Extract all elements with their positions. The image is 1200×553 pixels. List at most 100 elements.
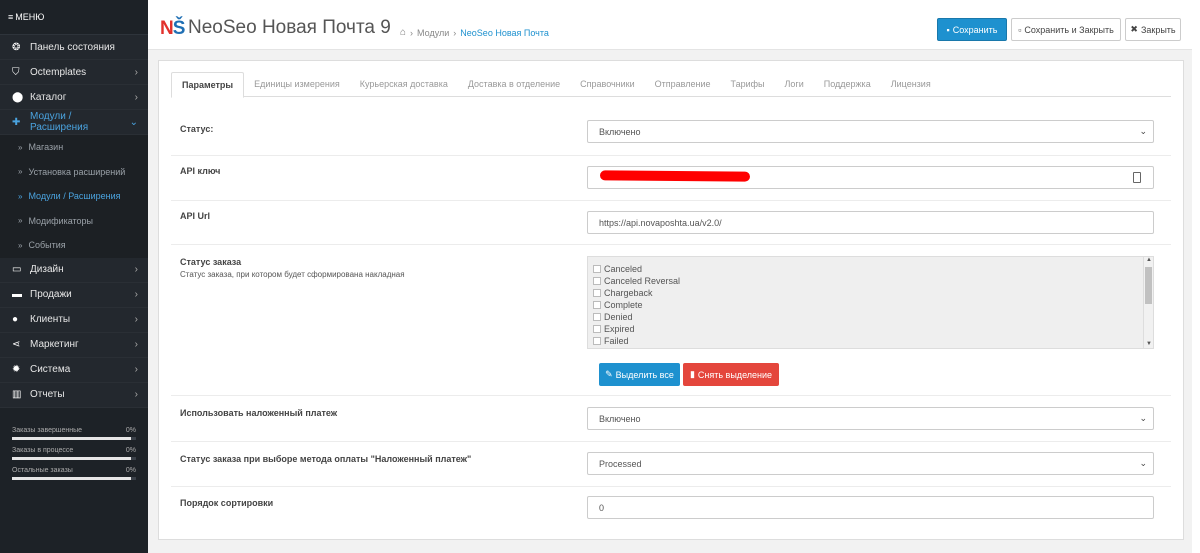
floppy-icon: ▫ <box>1018 24 1022 35</box>
checkbox[interactable] <box>593 289 601 297</box>
scrollbar-thumb[interactable] <box>1145 267 1152 304</box>
nav-catalog[interactable]: ⬤ Каталог › <box>0 85 148 110</box>
subnav-installer[interactable]: » Установка расширений <box>0 159 148 184</box>
menu-label: МЕНЮ <box>15 12 45 22</box>
nav-sales[interactable]: ▬ Продажи › <box>0 282 148 308</box>
neoseo-logo: NŠ <box>160 18 185 39</box>
checkbox-item[interactable]: Canceled <box>588 263 1153 275</box>
tab-warehouse[interactable]: Доставка в отделение <box>458 72 570 97</box>
close-button[interactable]: ✖ Закрыть <box>1125 18 1181 41</box>
tab-units[interactable]: Единицы измерения <box>244 72 350 97</box>
tab-license[interactable]: Лицензия <box>881 72 941 97</box>
tab-shipment[interactable]: Отправление <box>645 72 721 97</box>
tab-support[interactable]: Поддержка <box>814 72 881 97</box>
tab-parameters[interactable]: Параметры <box>171 72 245 98</box>
progress-fill <box>12 437 132 440</box>
order-status-help: Статус заказа, при котором будет сформир… <box>180 270 405 279</box>
stat-other: Остальные заказы 0% <box>12 467 136 480</box>
status-select[interactable]: Включено ⌄ <box>587 120 1154 143</box>
chevron-right-icon: › <box>134 339 138 350</box>
scroll-up-icon[interactable]: ▲ <box>1146 257 1152 263</box>
select-all-button[interactable]: ✎ Выделить все <box>599 363 680 386</box>
tab-tariffs[interactable]: Тарифы <box>721 72 775 97</box>
api-url-label: API Url <box>180 211 211 221</box>
deselect-all-button[interactable]: ▮ Снять выделение <box>683 363 779 386</box>
subnav-store[interactable]: » Магазин <box>0 135 148 160</box>
password-manager-icon[interactable] <box>1133 172 1141 183</box>
api-url-field[interactable]: https://api.novaposhta.ua/v2.0/ <box>587 211 1154 234</box>
checkbox[interactable] <box>593 325 601 333</box>
subnav-label: Модификаторы <box>28 215 94 226</box>
stat-processing: Заказы в процессе 0% <box>12 447 136 460</box>
nav-reports[interactable]: ▥ Отчеты › <box>0 382 148 408</box>
breadcrumb-separator: › <box>453 27 457 38</box>
checkbox[interactable] <box>593 301 601 309</box>
user-icon: ● <box>12 314 19 325</box>
monitor-icon: ▭ <box>12 264 22 275</box>
checkbox-item[interactable]: Chargeback <box>588 287 1153 299</box>
menu-toggle[interactable]: ≡ МЕНЮ <box>0 0 148 35</box>
double-chevron-icon: » <box>18 191 23 201</box>
nav-octemplates[interactable]: ⛉ Octemplates › <box>0 60 148 85</box>
nav-label: Маркетинг <box>30 339 79 350</box>
chevron-right-icon: › <box>134 264 138 275</box>
chevron-down-icon: ⌄ <box>1139 126 1147 136</box>
tab-references[interactable]: Справочники <box>570 72 645 97</box>
double-chevron-icon: » <box>18 216 23 226</box>
subnav-modifications[interactable]: » Модификаторы <box>0 208 148 233</box>
sort-order-field[interactable]: 0 <box>587 496 1154 519</box>
checkbox[interactable] <box>593 313 601 321</box>
breadcrumb-current[interactable]: NeoSeo Новая Почта <box>460 28 549 38</box>
stat-label: Заказы в процессе <box>12 447 74 454</box>
cod-status-select[interactable]: Processed ⌄ <box>587 452 1154 475</box>
checkbox-item[interactable]: Denied <box>588 311 1153 323</box>
checkbox-item[interactable]: Failed <box>588 335 1153 347</box>
nav-extensions[interactable]: ✚ Модули / Расширения ⌄ <box>0 110 148 135</box>
chevron-right-icon: › <box>134 66 138 78</box>
cod-label: Использовать наложенный платеж <box>180 408 338 418</box>
dashboard-icon: ❂ <box>12 41 21 53</box>
nav-label: Отчеты <box>30 389 65 400</box>
checkbox-item[interactable]: Canceled Reversal <box>588 275 1153 287</box>
tab-courier[interactable]: Курьерская доставка <box>350 72 458 97</box>
stat-label: Заказы завершенные <box>12 427 83 434</box>
home-icon[interactable]: ⌂ <box>400 27 406 38</box>
chevron-right-icon: › <box>134 289 138 300</box>
nav-dashboard[interactable]: ❂ Панель состояния <box>0 35 148 60</box>
subnav-extensions[interactable]: » Модули / Расширения <box>0 184 148 209</box>
trash-icon: ▮ <box>689 369 695 379</box>
nav-marketing[interactable]: ⋖ Маркетинг › <box>0 332 148 358</box>
save-close-button[interactable]: ▫ Сохранить и Закрыть <box>1011 18 1121 41</box>
cart-icon: ▬ <box>12 289 22 300</box>
close-icon: ✖ <box>1130 24 1138 34</box>
breadcrumb-modules[interactable]: Модули <box>417 28 449 38</box>
scroll-down-icon[interactable]: ▼ <box>1146 341 1152 347</box>
checkbox-item[interactable]: Expired <box>588 323 1153 335</box>
bar-chart-icon: ▥ <box>12 389 22 400</box>
subnav-events[interactable]: » События <box>0 233 148 258</box>
tag-icon: ⬤ <box>12 91 24 103</box>
stat-label: Остальные заказы <box>12 467 73 474</box>
progress-bar <box>12 477 136 480</box>
chevron-right-icon: › <box>134 91 138 103</box>
nav-label: Панель состояния <box>30 41 115 53</box>
scrollbar[interactable]: ▲ ▼ <box>1143 257 1153 348</box>
share-icon: ⋖ <box>12 339 21 350</box>
checkbox[interactable] <box>593 277 601 285</box>
api-key-field[interactable] <box>587 166 1154 189</box>
nav-customers[interactable]: ● Клиенты › <box>0 307 148 333</box>
cod-select[interactable]: Включено ⌄ <box>587 407 1154 430</box>
tab-logs[interactable]: Логи <box>775 72 814 97</box>
page-title: NeoSeo Новая Почта 9 <box>188 17 391 38</box>
checkbox[interactable] <box>593 265 601 273</box>
chevron-down-icon: ⌄ <box>129 116 138 128</box>
checkbox[interactable] <box>593 337 601 345</box>
save-button[interactable]: ▪ Сохранить <box>937 18 1007 41</box>
subnav-label: Магазин <box>28 142 64 153</box>
checkbox-item[interactable]: Complete <box>588 299 1153 311</box>
stat-value: 0% <box>125 427 136 434</box>
order-status-checklist[interactable]: Canceled Canceled Reversal Chargeback Co… <box>587 256 1154 349</box>
nav-system[interactable]: ✹ Система › <box>0 357 148 383</box>
nav-design[interactable]: ▭ Дизайн › <box>0 257 148 283</box>
sort-order-label: Порядок сортировки <box>180 498 274 508</box>
